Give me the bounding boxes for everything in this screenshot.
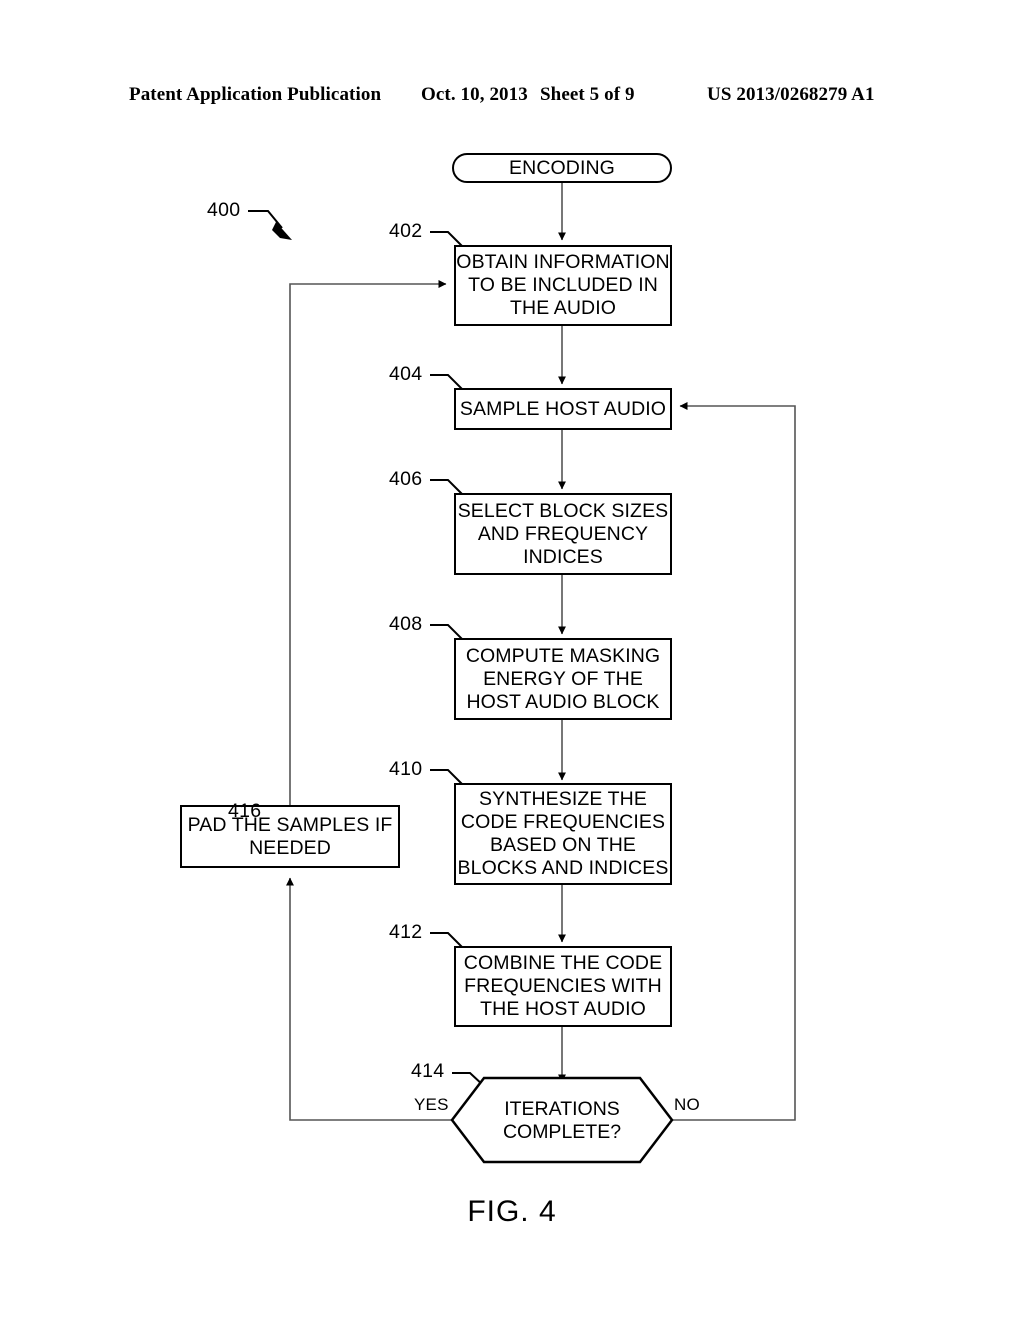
node-sample-host-audio[interactable]: SAMPLE HOST AUDIO bbox=[454, 388, 672, 430]
node-combine-code-frequencies-label: COMBINE THE CODE FREQUENCIES WITH THE HO… bbox=[463, 952, 663, 1020]
branch-label-yes: YES bbox=[414, 1095, 449, 1114]
refnum-416: 416 bbox=[228, 800, 262, 822]
figure-caption: FIG. 4 bbox=[467, 1195, 557, 1228]
leader-408 bbox=[430, 624, 463, 640]
leader-412 bbox=[430, 932, 463, 948]
node-iterations-complete-label: ITERATIONS COMPLETE? bbox=[502, 1097, 622, 1143]
refnum-410: 410 bbox=[389, 758, 423, 780]
node-encoding-start[interactable]: ENCODING bbox=[452, 153, 672, 183]
leader-402 bbox=[430, 231, 463, 247]
node-encoding-start-label: ENCODING bbox=[509, 156, 615, 179]
connector-414-no-to-404 bbox=[672, 401, 796, 1121]
refnum-402: 402 bbox=[389, 220, 423, 242]
node-sample-host-audio-label: SAMPLE HOST AUDIO bbox=[459, 397, 667, 420]
connector-416-to-402 bbox=[289, 280, 447, 805]
node-select-block-sizes[interactable]: SELECT BLOCK SIZES AND FREQUENCY INDICES bbox=[454, 493, 672, 575]
node-select-block-sizes-label: SELECT BLOCK SIZES AND FREQUENCY INDICES bbox=[457, 499, 669, 568]
flowchart-figure: ENCODING OBTAIN INFORMATION TO BE INCLUD… bbox=[0, 0, 1024, 1320]
node-combine-code-frequencies[interactable]: COMBINE THE CODE FREQUENCIES WITH THE HO… bbox=[454, 946, 672, 1027]
refnum-404: 404 bbox=[389, 363, 423, 385]
leader-400-arrowhead bbox=[272, 222, 292, 240]
branch-label-no: NO bbox=[674, 1095, 700, 1114]
node-compute-masking-energy-label: COMPUTE MASKING ENERGY OF THE HOST AUDIO… bbox=[465, 644, 661, 713]
refnum-412: 412 bbox=[389, 921, 423, 943]
leader-406 bbox=[430, 479, 463, 495]
node-synthesize-code-frequencies-label: SYNTHESIZE THE CODE FREQUENCIES BASED ON… bbox=[457, 788, 669, 879]
refnum-406: 406 bbox=[389, 468, 423, 490]
refnum-400: 400 bbox=[207, 199, 241, 221]
node-compute-masking-energy[interactable]: COMPUTE MASKING ENERGY OF THE HOST AUDIO… bbox=[454, 638, 672, 720]
node-obtain-information[interactable]: OBTAIN INFORMATION TO BE INCLUDED IN THE… bbox=[454, 245, 672, 326]
refnum-408: 408 bbox=[389, 613, 423, 635]
leader-404 bbox=[430, 374, 463, 390]
node-pad-the-samples-label: PAD THE SAMPLES IF NEEDED bbox=[187, 813, 393, 859]
node-pad-the-samples[interactable]: PAD THE SAMPLES IF NEEDED bbox=[180, 805, 400, 868]
node-synthesize-code-frequencies[interactable]: SYNTHESIZE THE CODE FREQUENCIES BASED ON… bbox=[454, 783, 672, 885]
leader-410 bbox=[430, 769, 463, 785]
connector-414-yes-to-416 bbox=[286, 877, 452, 1121]
refnum-414: 414 bbox=[411, 1060, 445, 1082]
node-iterations-complete[interactable]: ITERATIONS COMPLETE? bbox=[452, 1078, 672, 1163]
node-obtain-information-label: OBTAIN INFORMATION TO BE INCLUDED IN THE… bbox=[456, 251, 670, 319]
